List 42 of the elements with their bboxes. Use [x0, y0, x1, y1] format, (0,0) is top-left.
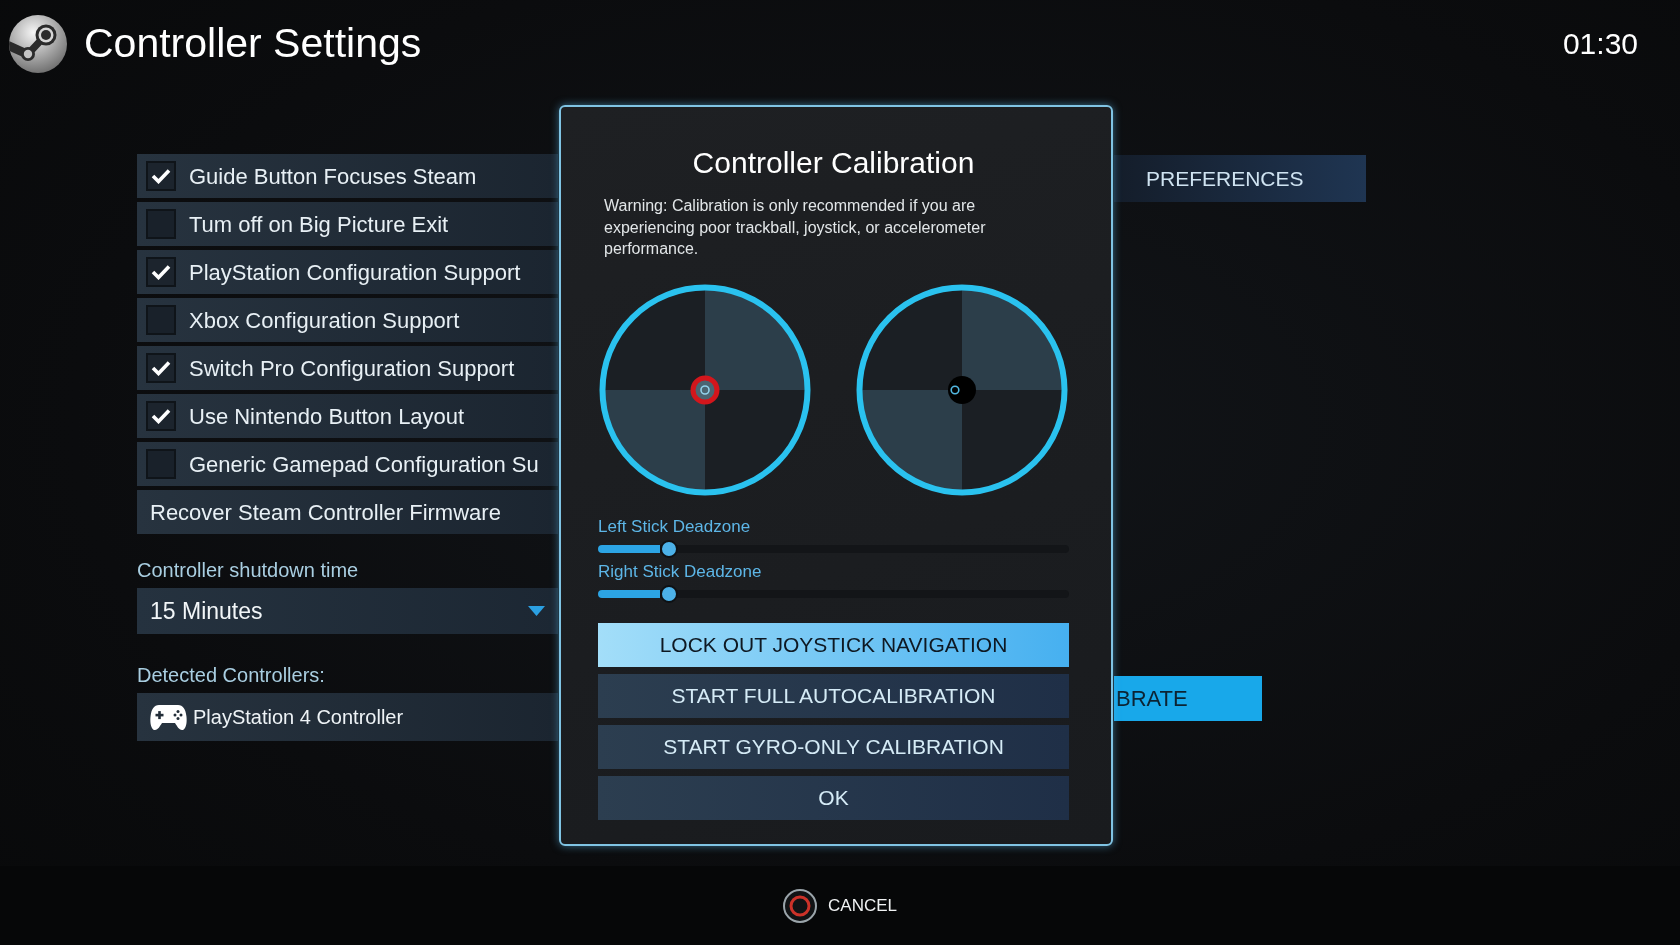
checkbox[interactable]	[146, 161, 176, 191]
dialog-button[interactable]: START FULL AUTOCALIBRATION	[598, 673, 1069, 718]
checkbox[interactable]	[146, 209, 176, 239]
slider-label: Right Stick Deadzone	[598, 561, 763, 582]
warning-text: Warning: Calibration is only recommended if you are experiencing poor trackball, joystick, or accelerometer performance.	[603, 196, 987, 259]
dialog-button[interactable]: LOCK OUT JOYSTICK NAVIGATION	[598, 622, 1069, 667]
cancel-button[interactable]: CANCEL	[783, 888, 897, 923]
dialog-button[interactable]: OK	[598, 775, 1069, 820]
checkbox[interactable]	[146, 257, 176, 287]
checkbox[interactable]	[146, 305, 176, 335]
clock: 01:30	[1562, 26, 1638, 62]
page-title: Controller Settings	[84, 19, 422, 69]
field-label: Controller shutdown time	[137, 558, 360, 582]
section-label: Detected Controllers:	[137, 663, 326, 687]
setting-toggle[interactable]: Tum off on Big Picture Exit	[137, 202, 558, 246]
setting-toggle[interactable]: Xbox Configuration Support	[137, 298, 558, 342]
checkbox[interactable]	[146, 353, 176, 383]
checkmark-icon	[151, 168, 171, 184]
controller-list-item[interactable]: PlayStation 4 Controller	[137, 693, 558, 741]
setting-toggle[interactable]: Generic Gamepad Configuration Su	[137, 442, 558, 486]
slider-label: Left Stick Deadzone	[598, 516, 752, 537]
checkmark-icon	[151, 408, 171, 424]
caret-icon	[528, 606, 545, 616]
checkmark-icon	[151, 360, 171, 376]
firmware-button[interactable]: Recover Steam Controller Firmware	[137, 490, 558, 534]
dialog-title: Controller Calibration	[691, 145, 976, 181]
setting-toggle[interactable]: Use Nintendo Button Layout	[137, 394, 558, 438]
gamepad-icon	[150, 703, 187, 731]
circle-button-icon	[783, 888, 817, 923]
logo-icon	[9, 15, 67, 73]
checkbox[interactable]	[146, 449, 176, 479]
checkbox[interactable]	[146, 401, 176, 431]
tab[interactable]: PREFERENCES	[1114, 155, 1366, 202]
setting-toggle[interactable]: PlayStation Configuration Support	[137, 250, 558, 294]
slider-handle[interactable]	[659, 584, 678, 603]
dialog-button[interactable]: START GYRO-ONLY CALIBRATION	[598, 724, 1069, 769]
action-button[interactable]: BRATE	[1114, 676, 1262, 721]
slider-handle[interactable]	[659, 539, 678, 558]
setting-toggle[interactable]: Switch Pro Configuration Support	[137, 346, 558, 390]
checkmark-icon	[151, 264, 171, 280]
setting-toggle[interactable]: Guide Button Focuses Steam	[137, 154, 558, 198]
shutdown-time-dropdown[interactable]: 15 Minutes	[137, 588, 558, 634]
